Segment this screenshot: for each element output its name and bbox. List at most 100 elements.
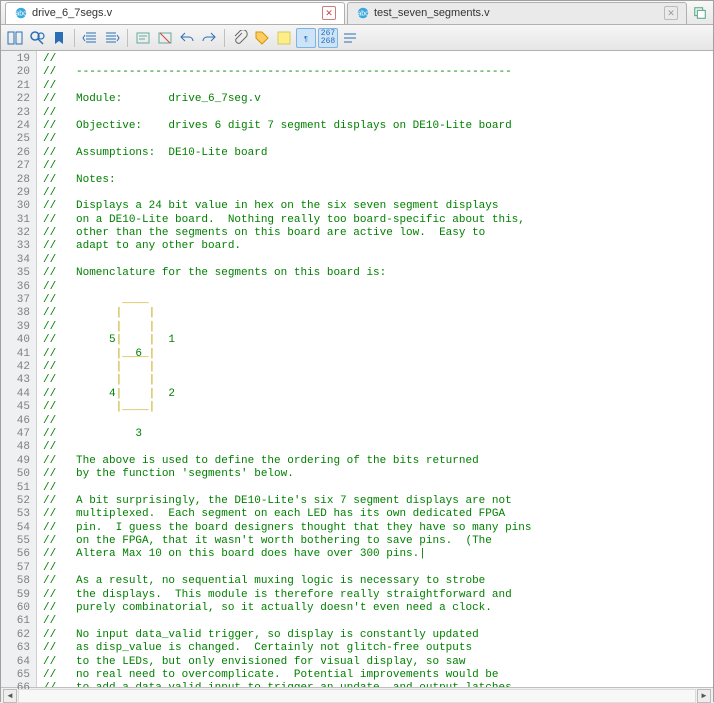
tab-overflow-button[interactable]	[691, 4, 709, 22]
code-line: // as disp_value is changed. Certainly n…	[43, 642, 713, 655]
line-number: 64	[1, 656, 36, 669]
indent-button[interactable]	[102, 28, 122, 48]
code-line: // | |	[43, 374, 713, 387]
code-line: // Objective: drives 6 digit 7 segment d…	[43, 120, 713, 133]
editor-area: 1920212223242526272829303132333435363738…	[1, 51, 713, 687]
close-icon[interactable]: ✕	[664, 6, 678, 20]
code-line: // on the FPGA, that it wasn't worth bot…	[43, 535, 713, 548]
undo-button[interactable]	[177, 28, 197, 48]
line-number: 60	[1, 602, 36, 615]
editor-tabs: abc drive_6_7segs.v ✕ abc test_seven_seg…	[1, 1, 713, 25]
code-line: // Altera Max 10 on this board does have…	[43, 548, 713, 561]
whitespace-button[interactable]: ¶	[296, 28, 316, 48]
line-number: 34	[1, 254, 36, 267]
find-button[interactable]	[27, 28, 47, 48]
line-number: 33	[1, 240, 36, 253]
scroll-track[interactable]	[18, 689, 696, 703]
line-number: 50	[1, 468, 36, 481]
code-line: //	[43, 482, 713, 495]
code-line: //	[43, 615, 713, 628]
tab-test-seven-segments[interactable]: abc test_seven_segments.v ✕	[347, 2, 687, 24]
line-number: 49	[1, 455, 36, 468]
code-line: // | |	[43, 307, 713, 320]
attach-button[interactable]	[230, 28, 250, 48]
comment-button[interactable]	[133, 28, 153, 48]
line-number: 37	[1, 294, 36, 307]
code-line: // on a DE10-Lite board. Nothing really …	[43, 214, 713, 227]
bookmark-button[interactable]	[49, 28, 69, 48]
line-number: 48	[1, 441, 36, 454]
code-line: //	[43, 254, 713, 267]
code-line: // multiplexed. Each segment on each LED…	[43, 508, 713, 521]
code-line: // ____	[43, 294, 713, 307]
highlight-button[interactable]	[274, 28, 294, 48]
svg-text:¶: ¶	[304, 36, 308, 43]
code-line: // to add a data_valid input to trigger …	[43, 682, 713, 687]
tag-button[interactable]	[252, 28, 272, 48]
line-number: 21	[1, 80, 36, 93]
code-line: // Nomenclature for the segments on this…	[43, 267, 713, 280]
code-line: // | |	[43, 361, 713, 374]
code-line: // pin. I guess the board designers thou…	[43, 522, 713, 535]
toggle-split-button[interactable]	[5, 28, 25, 48]
code-line: // 4 2 | |	[43, 388, 713, 401]
line-number: 46	[1, 415, 36, 428]
line-number: 20	[1, 66, 36, 79]
line-number: 44	[1, 388, 36, 401]
line-number: 24	[1, 120, 36, 133]
code-line: //	[43, 562, 713, 575]
code-line: //	[43, 107, 713, 120]
line-number: 35	[1, 267, 36, 280]
code-line: // Assumptions: DE10-Lite board	[43, 147, 713, 160]
line-number: 47	[1, 428, 36, 441]
file-icon: abc	[14, 6, 28, 20]
line-number: 63	[1, 642, 36, 655]
line-number: 51	[1, 482, 36, 495]
code-line: //	[43, 80, 713, 93]
line-number: 65	[1, 669, 36, 682]
code-line: //	[43, 133, 713, 146]
code-line: //	[43, 187, 713, 200]
redo-button[interactable]	[199, 28, 219, 48]
line-number-button[interactable]: 267 268	[318, 28, 338, 48]
line-number: 32	[1, 227, 36, 240]
code-line: // no real need to overcomplicate. Poten…	[43, 669, 713, 682]
editor-toolbar: ¶ 267 268	[1, 25, 713, 51]
line-number: 22	[1, 93, 36, 106]
close-icon[interactable]: ✕	[322, 6, 336, 20]
file-icon: abc	[356, 6, 370, 20]
line-gutter[interactable]: 1920212223242526272829303132333435363738…	[1, 51, 37, 687]
line-number: 43	[1, 374, 36, 387]
tab-label: drive_6_7segs.v	[32, 7, 318, 19]
tab-label: test_seven_segments.v	[374, 7, 660, 19]
code-line: // A bit surprisingly, the DE10-Lite's s…	[43, 495, 713, 508]
line-number: 59	[1, 589, 36, 602]
line-number: 56	[1, 548, 36, 561]
code-line: //	[43, 53, 713, 66]
line-number: 26	[1, 147, 36, 160]
line-number: 58	[1, 575, 36, 588]
code-line: //	[43, 160, 713, 173]
code-line: // No input data_valid trigger, so displ…	[43, 629, 713, 642]
code-line: // | |	[43, 321, 713, 334]
line-number: 23	[1, 107, 36, 120]
code-text-area[interactable]: //// -----------------------------------…	[37, 51, 713, 687]
svg-text:abc: abc	[15, 11, 27, 18]
code-line: //	[43, 281, 713, 294]
code-line: // the displays. This module is therefor…	[43, 589, 713, 602]
svg-text:abc: abc	[357, 11, 369, 18]
scroll-left-button[interactable]: ◄	[3, 689, 17, 703]
scroll-right-button[interactable]: ►	[697, 689, 711, 703]
uncomment-button[interactable]	[155, 28, 175, 48]
wrap-button[interactable]	[340, 28, 360, 48]
code-line: // Notes:	[43, 174, 713, 187]
outdent-button[interactable]	[80, 28, 100, 48]
tab-drive-6-7segs[interactable]: abc drive_6_7segs.v ✕	[5, 2, 345, 24]
horizontal-scrollbar[interactable]: ◄ ►	[1, 687, 713, 703]
code-line: // other than the segments on this board…	[43, 227, 713, 240]
line-number: 30	[1, 200, 36, 213]
line-number: 25	[1, 133, 36, 146]
line-number: 38	[1, 307, 36, 320]
line-number: 19	[1, 53, 36, 66]
line-number: 62	[1, 629, 36, 642]
